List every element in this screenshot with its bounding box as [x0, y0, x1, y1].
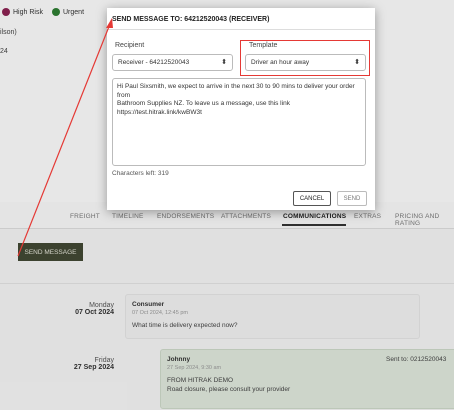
annotation-arrow-line: [17, 23, 111, 257]
annotation-arrow-head-icon: [106, 18, 113, 28]
annotation-arrow: [17, 18, 113, 257]
